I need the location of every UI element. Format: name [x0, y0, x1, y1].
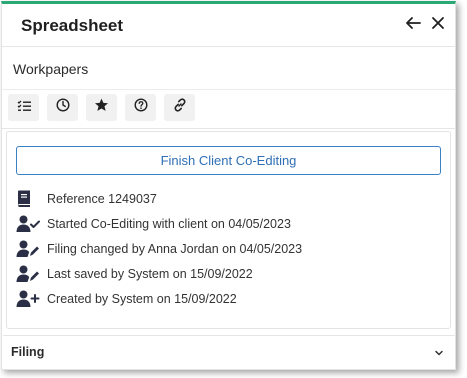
checklist-button[interactable] [8, 94, 39, 121]
chevron-down-icon[interactable] [434, 344, 446, 356]
user-edit-icon [16, 263, 40, 285]
favorite-button[interactable] [86, 94, 117, 121]
info-text-last-saved: Last saved by System on 15/09/2022 [47, 267, 253, 281]
info-row-filing-changed: Filing changed by Anna Jordan on 04/05/2… [16, 238, 436, 260]
info-text-reference: Reference 1249037 [47, 192, 157, 206]
finish-client-coediting-button[interactable]: Finish Client Co-Editing [16, 146, 441, 175]
panel-title: Spreadsheet [21, 16, 124, 35]
user-check-icon [16, 213, 40, 235]
spreadsheet-panel: Spreadsheet Workpapers Finish Client Co-… [1, 1, 456, 370]
history-button[interactable] [47, 94, 78, 121]
help-circle-icon [133, 98, 148, 117]
info-text-started: Started Co-Editing with client on 04/05/… [47, 217, 291, 231]
close-icon[interactable] [427, 12, 449, 34]
info-text-filing-changed: Filing changed by Anna Jordan on 04/05/2… [47, 242, 303, 256]
filing-section[interactable]: Filing [3, 335, 456, 368]
info-row-reference: Reference 1249037 [16, 188, 436, 210]
info-row-created: Created by System on 15/09/2022 [16, 288, 436, 310]
user-edit-icon [16, 238, 40, 260]
info-row-started: Started Co-Editing with client on 04/05/… [16, 213, 436, 235]
arrow-left-icon[interactable] [402, 12, 424, 34]
link-button[interactable] [164, 94, 195, 121]
user-plus-icon [16, 288, 40, 310]
checklist-icon [17, 99, 31, 117]
book-icon [16, 188, 40, 210]
coediting-content: Finish Client Co-Editing Reference 12490… [6, 131, 451, 329]
link-icon [173, 98, 187, 117]
star-icon [94, 98, 109, 117]
workpapers-section: Workpapers [2, 47, 455, 90]
panel-header: Spreadsheet [2, 4, 455, 47]
clock-icon [55, 98, 70, 117]
toolbar [2, 90, 455, 129]
info-row-last-saved: Last saved by System on 15/09/2022 [16, 263, 436, 285]
filing-label: Filing [11, 345, 45, 359]
help-button[interactable] [125, 94, 156, 121]
info-text-created: Created by System on 15/09/2022 [47, 292, 237, 306]
workpapers-title: Workpapers [13, 61, 89, 77]
